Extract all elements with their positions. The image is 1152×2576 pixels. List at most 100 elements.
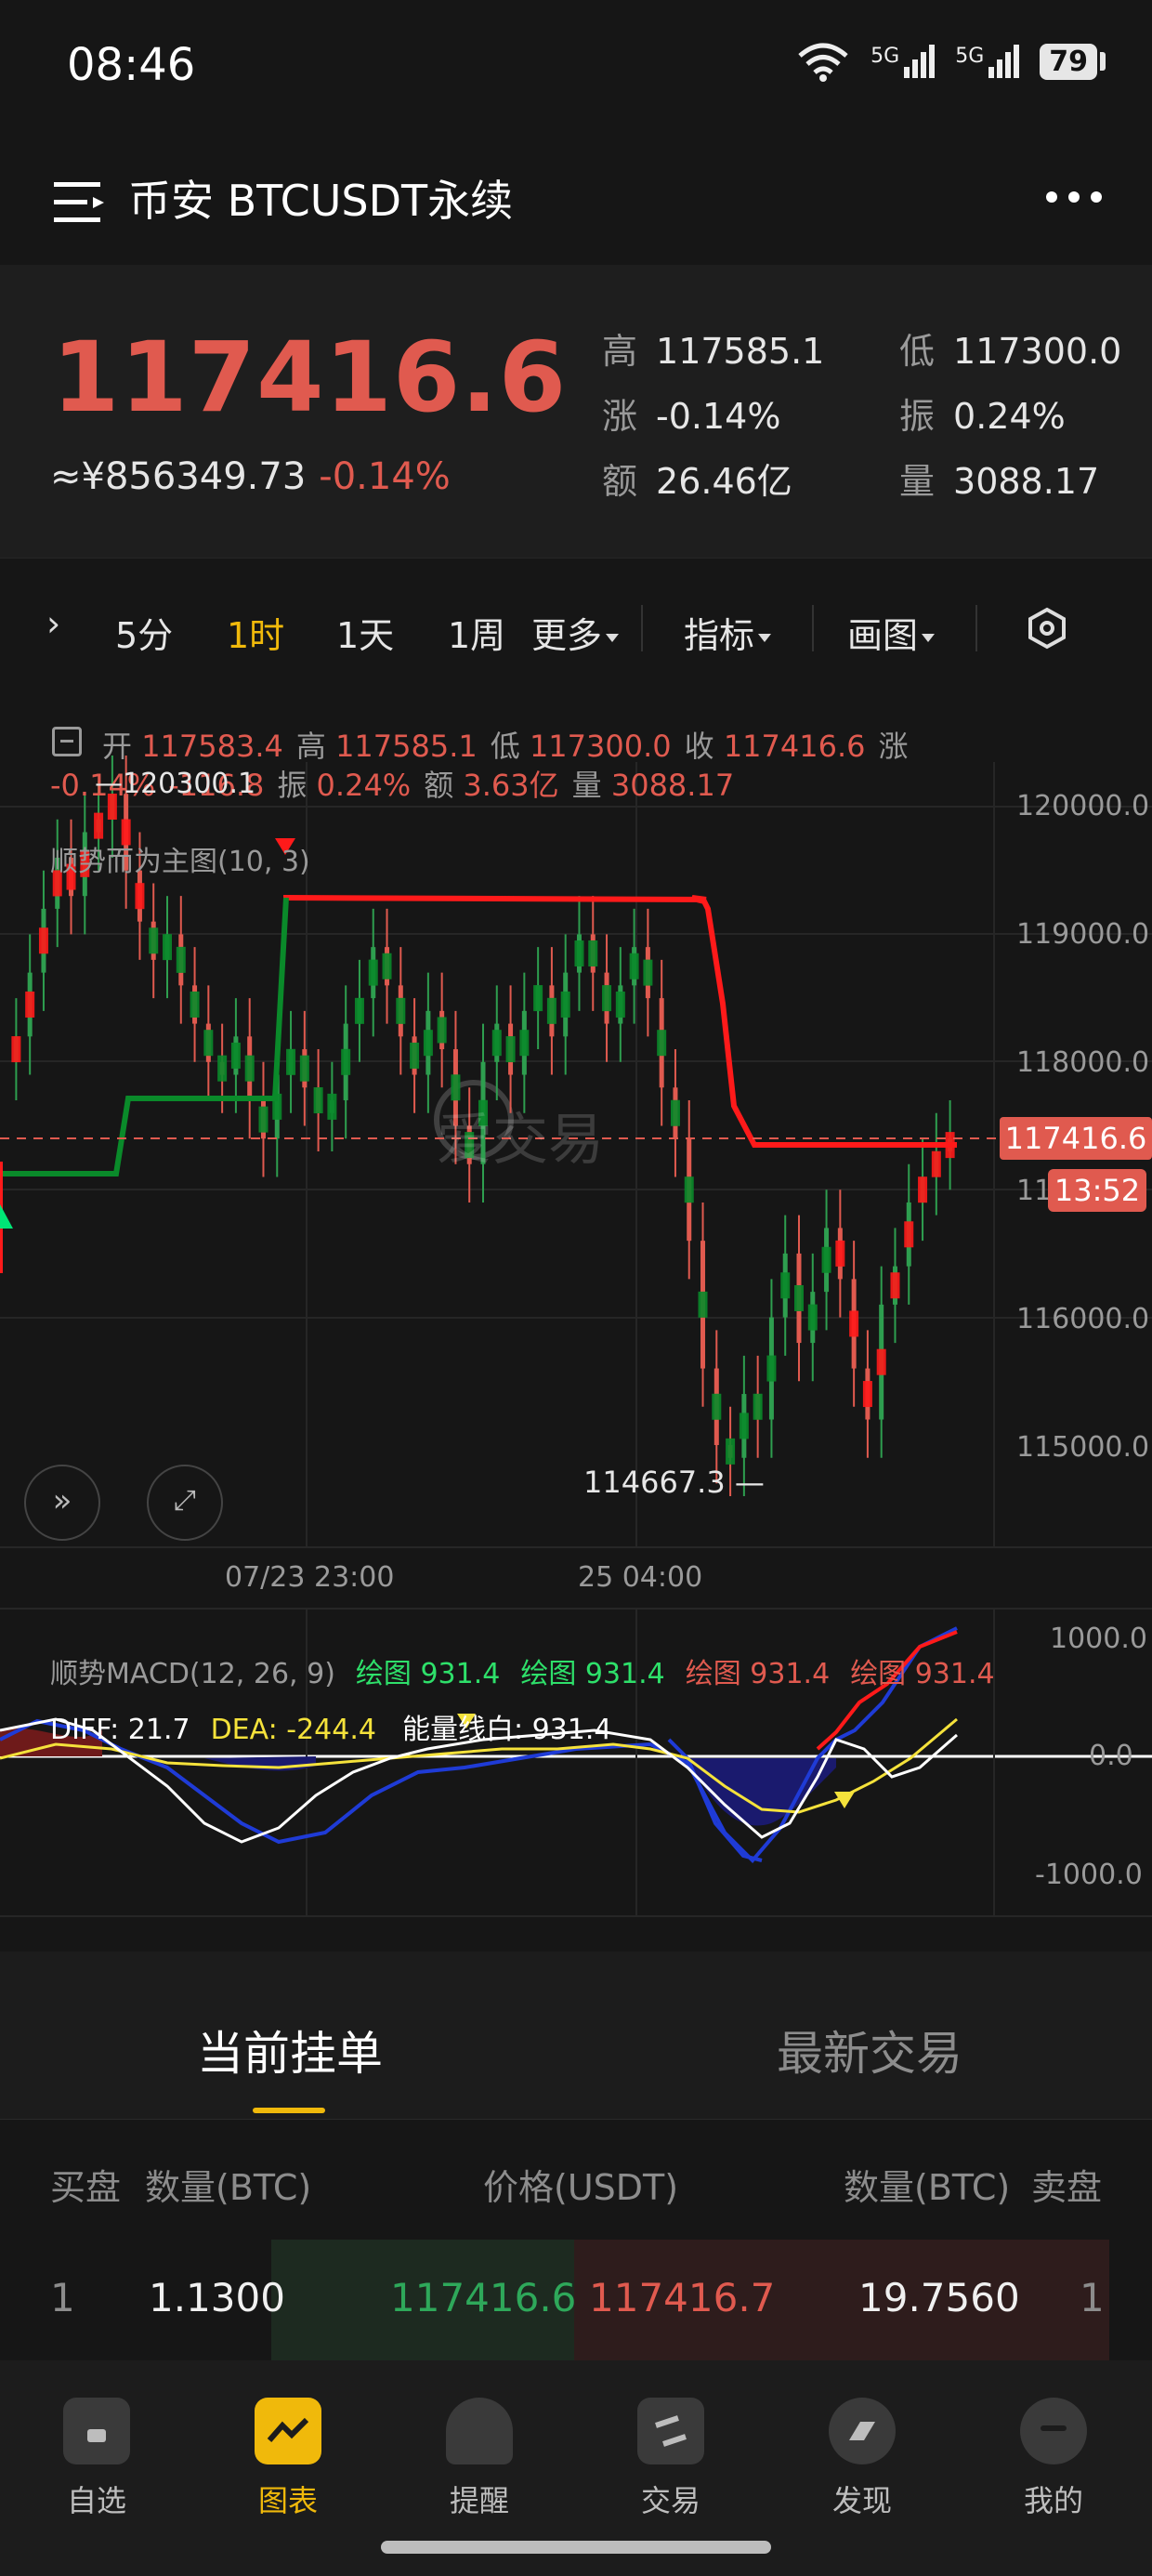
x-tick-1: 07/23 23:00 (225, 1561, 395, 1594)
nav-chart[interactable]: 图表 (214, 2360, 362, 2520)
col-buy: 买盘 (50, 2167, 122, 2208)
ribbon-block (862, 1381, 872, 1408)
ribbon-block (272, 1093, 282, 1120)
countdown-tag: 13:52 (1048, 1169, 1146, 1212)
orderbook-row[interactable]: 1 1.1300 117416.6 117416.7 19.7560 1 (0, 2240, 1152, 2360)
ribbon-block (11, 1036, 21, 1063)
watchlist-icon (63, 2398, 130, 2464)
home-indicator[interactable] (381, 2541, 771, 2554)
nav-discover[interactable]: 发现 (788, 2360, 936, 2520)
ribbon-block (327, 1093, 337, 1120)
ribbon-block (945, 1132, 955, 1159)
nav-watchlist[interactable]: 自选 (22, 2360, 171, 2520)
y-tick-115000: 115000.0 (1016, 1431, 1150, 1464)
tab-1w[interactable]: 1周 (448, 607, 505, 658)
ribbon-block (505, 1036, 516, 1063)
tab-latest-trades[interactable]: 最新交易 (777, 2017, 962, 2083)
ribbon-block (203, 1030, 214, 1057)
ribbon-block (368, 959, 378, 986)
bell-icon (446, 2398, 513, 2464)
watermark: 爱交易 (437, 1108, 604, 1173)
ribbon-block (299, 1055, 309, 1082)
last-price-tag: 117416.6 (1000, 1117, 1152, 1160)
ribbon-block (258, 1106, 268, 1133)
menu-icon[interactable] (54, 180, 108, 225)
ribbon-block (602, 985, 612, 1012)
ribbon-block (286, 1048, 296, 1075)
ribbon-block (163, 934, 172, 961)
ask-index: 1 (1080, 2275, 1105, 2320)
tab-1h[interactable]: 1时 (227, 607, 284, 658)
ribbon-block (244, 1055, 255, 1082)
ribbon-block (574, 940, 584, 967)
tab-more[interactable]: 更多 (531, 607, 620, 658)
ribbon-block (588, 940, 598, 967)
ribbon-block (684, 1176, 694, 1203)
settings-icon[interactable] (1026, 607, 1068, 650)
ribbon-block (190, 991, 200, 1018)
tab-1d[interactable]: 1天 (336, 607, 394, 658)
ribbon-block (341, 1048, 351, 1075)
ribbon-block (698, 1291, 708, 1318)
battery-icon: 79 (1040, 43, 1106, 80)
ribbon-block (410, 1042, 420, 1069)
nav-trade[interactable]: 交易 (596, 2360, 745, 2520)
ribbon-block (382, 953, 392, 979)
ribbon-block (615, 991, 625, 1018)
active-tab-indicator (253, 2108, 325, 2113)
fullscreen-icon[interactable]: ⤢ (147, 1465, 223, 1541)
tab-current-orders[interactable]: 当前挂单 (197, 2017, 383, 2083)
ribbon-block (712, 1393, 722, 1420)
y-tick-119000: 119000.0 (1016, 918, 1150, 951)
high-marker: —120300.1 (95, 768, 256, 800)
ribbon-block (437, 1017, 447, 1044)
indicator-button[interactable]: 指标 (684, 607, 772, 658)
macd-y-tick-1: 1000.0 (1050, 1623, 1147, 1655)
ribbon-block (560, 991, 570, 1018)
ribbon-block (835, 1240, 845, 1267)
orderbook-header: 买盘 数量(BTC) 价格(USDT) 数量(BTC) 卖盘 (0, 2119, 1152, 2241)
page-title[interactable]: 币安 BTCUSDT永续 (128, 167, 513, 229)
ribbon-block (38, 927, 48, 954)
status-time: 08:46 (67, 39, 196, 91)
bid-qty: 1.1300 (149, 2275, 285, 2320)
orderbook-tabs: 当前挂单 最新交易 (0, 1952, 1152, 2119)
ribbon-block (94, 812, 104, 839)
signal-icon-1: 5G (871, 45, 936, 78)
ribbon-block (135, 883, 145, 910)
ribbon-block (629, 953, 639, 979)
ribbon-block (904, 1221, 914, 1248)
ribbon-block (313, 1087, 323, 1114)
discover-icon (829, 2398, 896, 2464)
ribbon-block (766, 1355, 777, 1382)
price-change: -0.14% (319, 455, 451, 498)
ribbon-block (230, 1042, 241, 1069)
nav-alerts[interactable]: 提醒 (405, 2360, 554, 2520)
macd-legend: 顺势MACD(12, 26, 9) 绘图 931.4 绘图 931.4 绘图 931.… (50, 1658, 995, 1690)
timeframe-bar: › 5分 1时 1天 1周 更多 指标 画图 (0, 558, 1152, 699)
nav-profile[interactable]: 我的 (979, 2360, 1128, 2520)
y-tick-120000: 120000.0 (1016, 790, 1150, 822)
ribbon-block (423, 1030, 433, 1057)
macd-y-tick-2: 0.0 (1089, 1740, 1133, 1772)
scroll-left-icon[interactable]: › (46, 603, 60, 644)
col-price: 价格(USDT) (483, 2167, 679, 2208)
ticker-panel: 117416.6 ≈¥856349.73 -0.14% 高 117585.1 低 11… (0, 265, 1152, 558)
macd-values: DIFF: 21.7 DEA: -244.4 能量线白: 931.4 (50, 1714, 612, 1746)
x-tick-2: 25 04:00 (578, 1561, 703, 1594)
low-marker: 114667.3 — (583, 1465, 765, 1500)
price-cny-value: ≈¥856349.73 (50, 455, 307, 498)
kline-chart[interactable]: 开 117583.4 高 117585.1 低 117300.0 收 117416.6… (0, 697, 1152, 1608)
ribbon-block (546, 997, 556, 1024)
stat-amplitude: 振 0.24% (899, 396, 1066, 437)
dropdown-icon (922, 634, 936, 642)
tab-5m[interactable]: 5分 (115, 607, 173, 658)
chart-collapse-icon[interactable] (52, 727, 82, 756)
more-options-icon[interactable] (1046, 191, 1102, 203)
draw-button[interactable]: 画图 (847, 607, 936, 658)
macd-panel[interactable]: 顺势MACD(12, 26, 9) 绘图 931.4 绘图 931.4 绘图 931.… (0, 1608, 1152, 1925)
ribbon-block (849, 1310, 859, 1337)
col-bid-qty: 数量(BTC) (145, 2167, 312, 2208)
expand-right-icon[interactable]: » (24, 1465, 100, 1541)
stat-amount: 额 26.46亿 (602, 461, 792, 502)
